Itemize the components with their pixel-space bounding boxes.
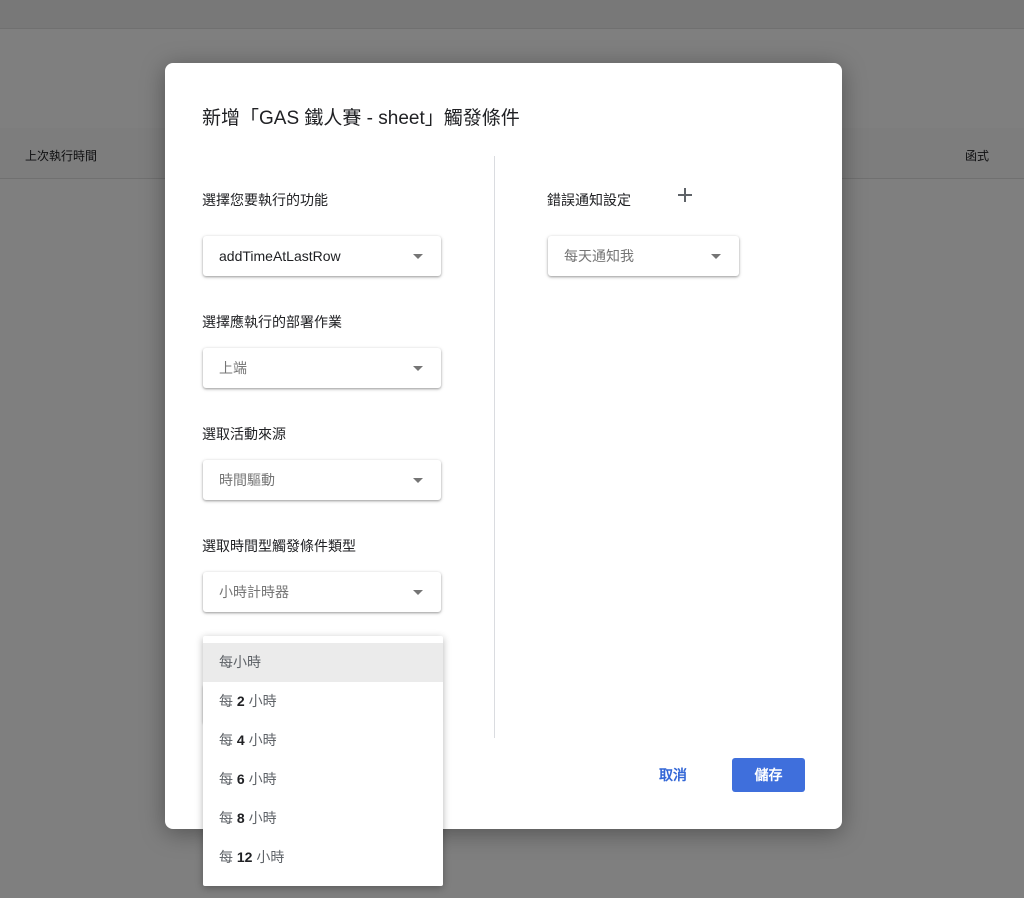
interval-option-every-4-hours[interactable]: 每 4 小時	[203, 721, 443, 760]
deployment-select-value: 上端	[219, 360, 247, 376]
function-label: 選擇您要執行的功能	[202, 192, 328, 208]
interval-option-every-8-hours[interactable]: 每 8 小時	[203, 799, 443, 838]
option-prefix: 每	[219, 849, 237, 865]
option-suffix: 小時	[233, 654, 261, 670]
option-number: 2	[236, 693, 245, 709]
deployment-label: 選擇應執行的部署作業	[202, 314, 342, 330]
option-number: 4	[236, 732, 245, 748]
interval-option-every-6-hours[interactable]: 每 6 小時	[203, 760, 443, 799]
cancel-button[interactable]: 取消	[643, 758, 703, 792]
timer-type-label: 選取時間型觸發條件類型	[202, 538, 356, 554]
dropdown-arrow-icon	[413, 366, 423, 371]
option-number: 8	[236, 810, 245, 826]
event-source-label: 選取活動來源	[202, 426, 286, 442]
option-suffix: 小時	[244, 810, 277, 826]
function-select-value: addTimeAtLastRow	[219, 248, 341, 264]
option-prefix: 每	[219, 693, 237, 709]
dropdown-arrow-icon	[413, 478, 423, 483]
interval-dropdown-menu: 每小時 每 2 小時 每 4 小時 每 6 小時 每 8 小時 每 12 小時	[203, 636, 443, 886]
interval-option-every-12-hours[interactable]: 每 12 小時	[203, 838, 443, 877]
error-notify-select-value: 每天通知我	[564, 248, 634, 264]
option-number: 6	[236, 771, 245, 787]
option-suffix: 小時	[244, 771, 277, 787]
interval-option-every-hour[interactable]: 每小時	[203, 643, 443, 682]
event-source-select[interactable]: 時間驅動	[203, 460, 441, 500]
option-number: 12	[236, 849, 253, 865]
timer-type-select-value: 小時計時器	[219, 584, 289, 600]
option-prefix: 每	[219, 771, 237, 787]
option-prefix: 每	[219, 810, 237, 826]
deployment-select[interactable]: 上端	[203, 348, 441, 388]
dropdown-arrow-icon	[711, 254, 721, 259]
dropdown-arrow-icon	[413, 590, 423, 595]
save-button[interactable]: 儲存	[732, 758, 805, 792]
option-prefix: 每	[219, 732, 237, 748]
event-source-select-value: 時間驅動	[219, 472, 275, 488]
error-notify-label: 錯誤通知設定	[547, 192, 631, 208]
timer-type-select[interactable]: 小時計時器	[203, 572, 441, 612]
add-notification-plus-icon[interactable]	[677, 187, 693, 203]
option-suffix: 小時	[244, 732, 277, 748]
column-divider	[494, 156, 495, 738]
function-select[interactable]: addTimeAtLastRow	[203, 236, 441, 276]
dialog-title: 新增「GAS 鐵人賽 - sheet」觸發條件	[202, 108, 520, 129]
option-suffix: 小時	[244, 693, 277, 709]
interval-option-every-2-hours[interactable]: 每 2 小時	[203, 682, 443, 721]
dropdown-arrow-icon	[413, 254, 423, 259]
option-prefix: 每	[219, 654, 233, 670]
option-suffix: 小時	[252, 849, 285, 865]
error-notify-select[interactable]: 每天通知我	[548, 236, 739, 276]
